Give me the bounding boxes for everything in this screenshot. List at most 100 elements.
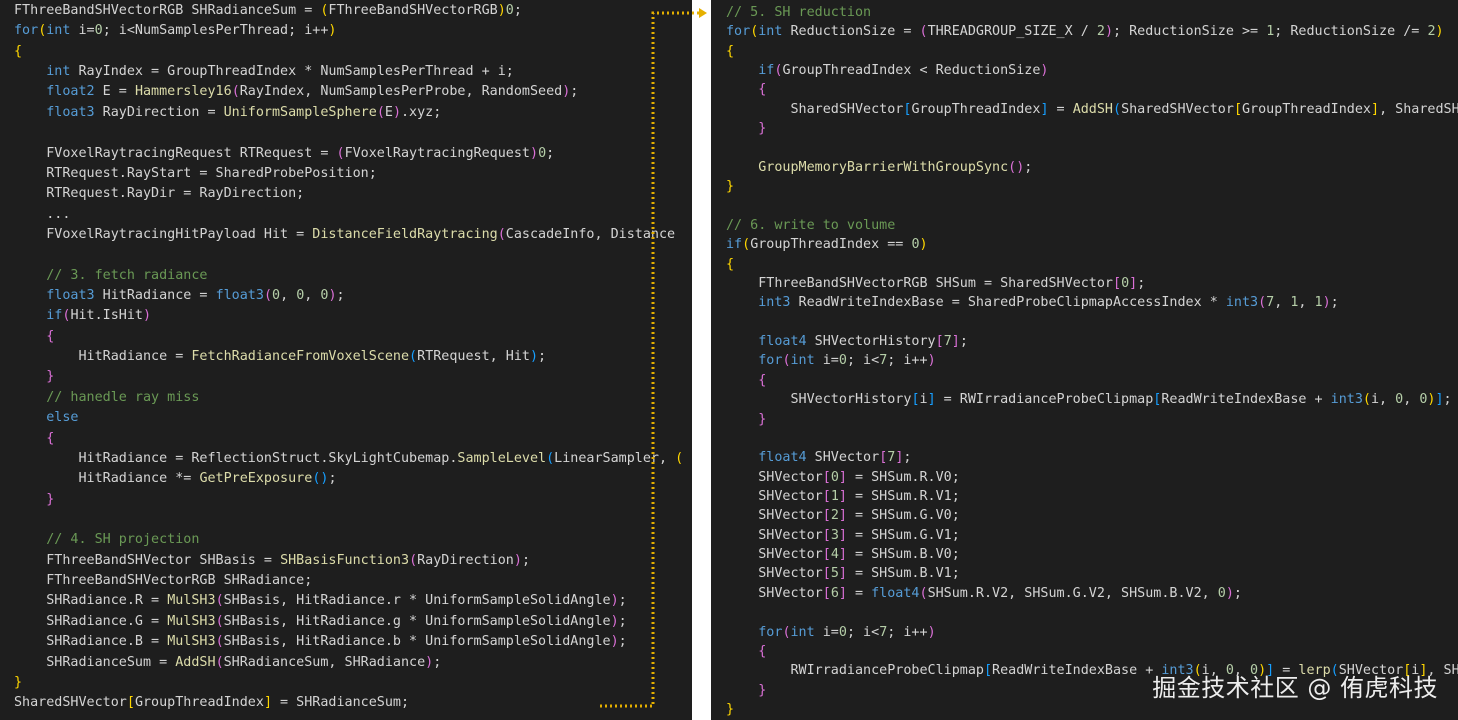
code-token: int	[46, 23, 71, 39]
code-line: {	[711, 371, 766, 390]
code-line: {	[711, 642, 766, 661]
code-token: )	[1435, 24, 1444, 40]
code-token: ; i<	[846, 624, 880, 640]
code-line: HitRadiance *= GetPreExposure();	[0, 469, 337, 488]
code-token: if	[726, 237, 743, 253]
code-token: 1	[830, 489, 839, 504]
code-token: GroupThreadIndex ==	[750, 237, 912, 253]
code-token: )	[927, 624, 936, 640]
code-line: }	[0, 367, 54, 386]
code-token: )	[919, 237, 928, 253]
code-token: SHVectorHistory	[806, 334, 936, 350]
code-token: [	[822, 547, 831, 563]
code-token: SampleLevel	[457, 450, 547, 466]
code-token: {	[14, 43, 23, 59]
code-pane-left: FThreeBandSHVectorRGB SHRadianceSum = (F…	[0, 0, 692, 720]
code-token: )	[1104, 24, 1113, 40]
code-token: = SHRadianceSum;	[272, 695, 410, 711]
code-token: ; i++	[887, 624, 928, 640]
code-token: = SHSum.G.V1;	[846, 527, 960, 543]
code-token: int3	[1330, 392, 1363, 408]
code-token: for	[14, 23, 39, 39]
code-token: ]	[1040, 101, 1049, 117]
code-token: RayDirection	[417, 552, 514, 568]
code-token: ,	[1274, 295, 1291, 311]
code-token: // hanedle ray miss	[46, 389, 200, 405]
code-line: // 5. SH reduction	[711, 3, 871, 22]
code-token: if	[758, 63, 775, 79]
code-token: }	[46, 369, 55, 385]
code-token: 0	[838, 353, 847, 369]
code-token: ,	[304, 288, 321, 304]
code-token: ;	[1137, 276, 1146, 292]
code-token: SHBasis, HitRadiance.b * UniformSampleSo…	[223, 634, 611, 650]
code-token: RWIrradianceProbeClipmap	[726, 663, 984, 679]
code-line: SHRadiance.B = MulSH3(SHBasis, HitRadian…	[0, 632, 626, 651]
code-token: )	[529, 349, 539, 365]
code-token: = SHSum.R.V1;	[846, 489, 960, 504]
code-token: GroupThreadIndex	[1242, 101, 1371, 117]
code-line: SHRadiance.G = MulSH3(SHBasis, HitRadian…	[0, 612, 626, 631]
code-line: {	[0, 429, 54, 448]
code-token: )	[610, 613, 619, 629]
code-token: }	[46, 491, 55, 507]
code-token: [	[935, 334, 944, 350]
code-token: int3	[758, 295, 791, 311]
code-token: ,	[1298, 295, 1315, 311]
code-token: {	[46, 430, 55, 446]
code-token: =	[1048, 101, 1073, 117]
code-token: int3	[1225, 295, 1259, 311]
code-token: HitRadiance = ReflectionStruct.SkyLightC…	[14, 450, 458, 466]
code-token: SHBasis =	[191, 552, 281, 568]
code-token: ]	[838, 585, 847, 601]
code-token: float4	[758, 450, 807, 466]
code-token: i	[919, 392, 928, 408]
code-token: Hit =	[255, 226, 313, 242]
code-token: (	[1362, 392, 1371, 408]
code-token: HitRadiance *=	[14, 471, 200, 487]
code-token: if	[46, 308, 63, 324]
code-line: SHVectorHistory[i] = RWIrradianceProbeCl…	[711, 390, 1451, 409]
code-line: FVoxelRaytracingRequest RTRequest = (FVo…	[0, 144, 554, 163]
code-token: SHSum.R.V2, SHSum.G.V2, SHSum.B.V2,	[927, 585, 1218, 601]
code-token: 2	[830, 508, 839, 524]
code-token: GroupMemoryBarrierWithGroupSync	[758, 159, 1009, 175]
code-token: RayIndex = GroupThreadIndex * NumSamples…	[70, 64, 514, 80]
code-token: float2	[46, 84, 95, 100]
code-token: = SHSum.B.V1;	[846, 566, 960, 582]
code-token: {	[726, 256, 735, 272]
code-token: ;	[328, 471, 337, 487]
code-token: [	[1233, 101, 1242, 117]
code-token: SHVector	[726, 585, 823, 601]
code-token: (	[919, 24, 928, 40]
code-token: i=	[70, 23, 95, 39]
code-line: }	[711, 681, 766, 700]
code-token: SHBasisFunction3	[280, 552, 410, 568]
code-token: 6	[830, 585, 839, 601]
code-token: = RWIrradianceProbeClipmap	[935, 392, 1154, 408]
code-token: SharedSHVector	[14, 695, 127, 711]
code-line: SHVector[6] = float4(SHSum.R.V2, SHSum.G…	[711, 584, 1242, 603]
code-token: (	[546, 450, 555, 466]
code-token: MulSH3	[167, 613, 216, 629]
code-token: 5	[830, 566, 839, 582]
code-line: SHVector[2] = SHSum.G.V0;	[711, 506, 960, 525]
code-token: (	[215, 654, 224, 670]
code-token: Hammersley16	[134, 84, 232, 100]
code-token: ReductionSize =	[782, 24, 920, 40]
code-token: SHVector	[726, 547, 823, 563]
code-token: 0	[94, 23, 103, 39]
code-token: (	[409, 552, 418, 568]
code-line: else	[0, 408, 78, 427]
code-token: GroupThreadIndex	[911, 101, 1041, 117]
